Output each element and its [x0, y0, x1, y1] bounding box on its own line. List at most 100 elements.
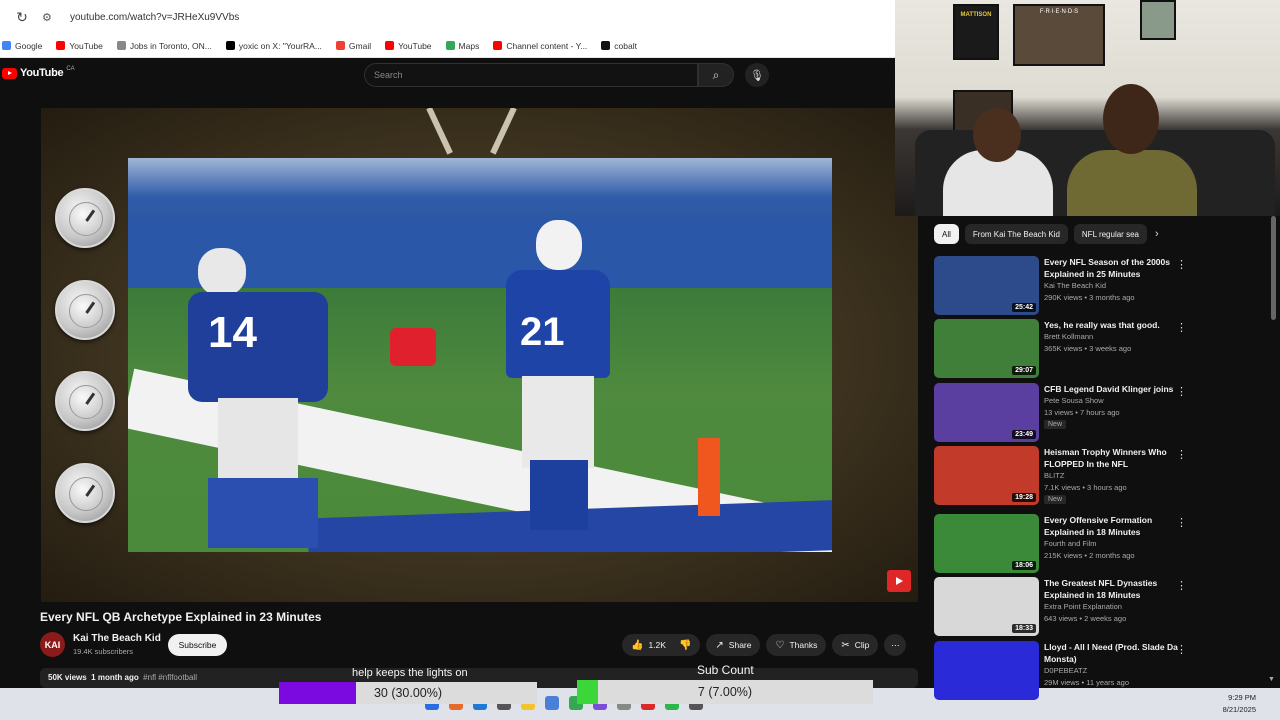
more-options-icon[interactable]: ⋮	[1176, 643, 1187, 656]
recommendation-channel[interactable]: BLITZ	[1044, 471, 1064, 480]
filter-chips: All From Kai The Beach Kid NFL regular sea…	[934, 224, 1159, 244]
video-thumbnail[interactable]: 23:49	[934, 383, 1039, 442]
webcam-feed: MATTISON F·R·I·E·N·D·S	[895, 0, 1280, 216]
channel-avatar[interactable]: KAI	[40, 632, 65, 657]
like-button[interactable]: 👍 1.2K 👎	[622, 634, 701, 656]
jersey-number: 14	[208, 308, 257, 357]
recommendation-title[interactable]: The Greatest NFL Dynasties Explained in …	[1044, 577, 1184, 601]
thanks-button[interactable]: ♡ Thanks	[766, 634, 827, 656]
bookmark-item[interactable]: cobalt	[601, 41, 637, 51]
youtube-play-icon	[2, 67, 17, 79]
reload-icon[interactable]: ↻	[12, 9, 32, 26]
recommendation-meta: 290K views • 3 months ago	[1044, 293, 1135, 302]
recommendation-title[interactable]: CFB Legend David Klinger joins	[1044, 383, 1184, 395]
duration-badge: 18:33	[1012, 624, 1036, 633]
new-badge: New	[1044, 420, 1067, 429]
thumbs-down-icon[interactable]: 👎	[679, 640, 691, 651]
subscribe-button[interactable]: Subscribe	[168, 634, 227, 656]
bookmark-item[interactable]: yoxic on X: "YourRA...	[225, 41, 322, 51]
friends-poster-text: F·R·I·E·N·D·S	[1039, 9, 1079, 15]
video-thumbnail[interactable]: 25:42	[934, 256, 1039, 315]
channel-name[interactable]: Kai The Beach Kid	[73, 633, 161, 644]
bookmark-item[interactable]: Gmail	[335, 40, 372, 51]
video-thumbnail[interactable]: 19:28	[934, 446, 1039, 505]
bookmark-label: Channel content - Y...	[506, 40, 588, 51]
scrollbar[interactable]	[1271, 216, 1276, 320]
search-input[interactable]: Search	[364, 63, 698, 87]
more-options-icon[interactable]: ⋮	[1176, 321, 1187, 334]
recommendation-title[interactable]: Every Offensive Formation Explained in 1…	[1044, 514, 1184, 538]
bookmark-label: Gmail	[348, 40, 372, 51]
pylon	[698, 438, 720, 516]
knob-icon	[55, 280, 115, 340]
recommendation-channel[interactable]: Brett Kollmann	[1044, 332, 1093, 341]
search-button[interactable]: ⌕	[698, 63, 734, 87]
bookmark-label: Jobs in Toronto, ON...	[129, 40, 212, 51]
more-actions-button[interactable]: ⋯	[884, 634, 907, 656]
video-thumbnail[interactable]	[934, 641, 1039, 700]
hashtags[interactable]: #nfl #nflfootball	[143, 673, 197, 682]
duration-badge: 18:06	[1012, 561, 1036, 570]
recommendation-item[interactable]: Lloyd - All I Need (Prod. Slade Da Monst…	[934, 641, 1264, 701]
recommendation-item[interactable]: 19:28 Heisman Trophy Winners Who FLOPPED …	[934, 446, 1264, 506]
share-button[interactable]: ↗ Share	[706, 634, 761, 656]
player-figure: 14	[178, 248, 348, 548]
knob-icon	[55, 371, 115, 431]
goal2-label: Sub Count	[697, 663, 754, 677]
recommendation-channel[interactable]: Extra Point Explanation	[1044, 602, 1122, 611]
video-thumbnail[interactable]: 18:33	[934, 577, 1039, 636]
bookmark-favicon-icon	[493, 41, 503, 50]
site-settings-icon[interactable]: ⚙	[42, 11, 58, 24]
scroll-down-icon[interactable]: ▼	[1268, 676, 1275, 683]
recommendation-item[interactable]: 18:06 Every Offensive Formation Explained…	[934, 514, 1264, 574]
recommendation-channel[interactable]: Pete Sousa Show	[1044, 396, 1104, 405]
youtube-logo[interactable]: YouTube CA	[2, 65, 75, 79]
region-code: CA	[66, 65, 75, 72]
filter-chip[interactable]: NFL regular sea	[1073, 224, 1147, 244]
video-title: Every NFL QB Archetype Explained in 23 M…	[40, 610, 322, 624]
duration-badge: 25:42	[1012, 303, 1036, 312]
recommendation-meta: 365K views • 3 weeks ago	[1044, 344, 1132, 353]
recommendation-title[interactable]: Yes, he really was that good.	[1044, 319, 1184, 331]
share-label: Share	[728, 640, 752, 650]
bookmark-item[interactable]: Jobs in Toronto, ON...	[116, 40, 212, 51]
recommendation-title[interactable]: Every NFL Season of the 2000s Explained …	[1044, 256, 1184, 280]
bookmarks-bar: Google YouTube Jobs in Toronto, ON... yoxic…	[0, 34, 895, 58]
bookmark-item[interactable]: Channel content - Y...	[493, 41, 587, 51]
recommendation-channel[interactable]: Fourth and Film	[1044, 539, 1097, 548]
more-options-icon[interactable]: ⋮	[1176, 258, 1187, 271]
more-options-icon[interactable]: ⋮	[1176, 385, 1187, 398]
filter-chip[interactable]: All	[934, 224, 959, 244]
voice-search-button[interactable]: 🎙	[745, 63, 769, 87]
recommendation-title[interactable]: Lloyd - All I Need (Prod. Slade Da Monst…	[1044, 641, 1184, 665]
duration-badge: 23:49	[1012, 430, 1036, 439]
app-icon[interactable]	[545, 696, 559, 710]
more-options-icon[interactable]: ⋮	[1176, 579, 1187, 592]
video-player[interactable]: 14 21	[41, 108, 918, 602]
bookmark-favicon-icon	[56, 41, 66, 50]
upload-age: 1 month ago	[91, 673, 139, 682]
chevron-right-icon[interactable]: ›	[1155, 228, 1159, 240]
recommendation-channel[interactable]: Kai The Beach Kid	[1044, 281, 1106, 290]
bookmark-item[interactable]: YouTube	[385, 41, 432, 51]
more-options-icon[interactable]: ⋮	[1176, 516, 1187, 529]
more-options-icon[interactable]: ⋮	[1176, 448, 1187, 461]
recommendation-meta: 215K views • 2 months ago	[1044, 551, 1135, 560]
bookmark-label: cobalt	[614, 40, 637, 51]
person-right	[1067, 150, 1197, 216]
video-thumbnail[interactable]: 29:07	[934, 319, 1039, 378]
recommendation-item[interactable]: 23:49 CFB Legend David Klinger joins Pete …	[934, 383, 1264, 443]
bookmark-item[interactable]: Maps	[445, 41, 479, 51]
video-thumbnail[interactable]: 18:06	[934, 514, 1039, 573]
recommendation-item[interactable]: 18:33 The Greatest NFL Dynasties Explaine…	[934, 577, 1264, 637]
bookmark-item[interactable]: YouTube	[56, 41, 103, 51]
recommendation-channel[interactable]: D0PEBEATZ	[1044, 666, 1087, 675]
filter-chip[interactable]: From Kai The Beach Kid	[964, 224, 1068, 244]
recommendation-title[interactable]: Heisman Trophy Winners Who FLOPPED In th…	[1044, 446, 1184, 470]
recommendation-item[interactable]: 29:07 Yes, he really was that good. Brett …	[934, 319, 1264, 379]
recommendation-item[interactable]: 25:42 Every NFL Season of the 2000s Expla…	[934, 256, 1264, 316]
clip-button[interactable]: ✂ Clip	[832, 634, 879, 656]
goal2-text: 7 (7.00%)	[697, 685, 753, 699]
bookmark-item[interactable]: Google	[2, 41, 42, 51]
url-field[interactable]: youtube.com/watch?v=JRHeXu9VVbs	[70, 12, 239, 23]
